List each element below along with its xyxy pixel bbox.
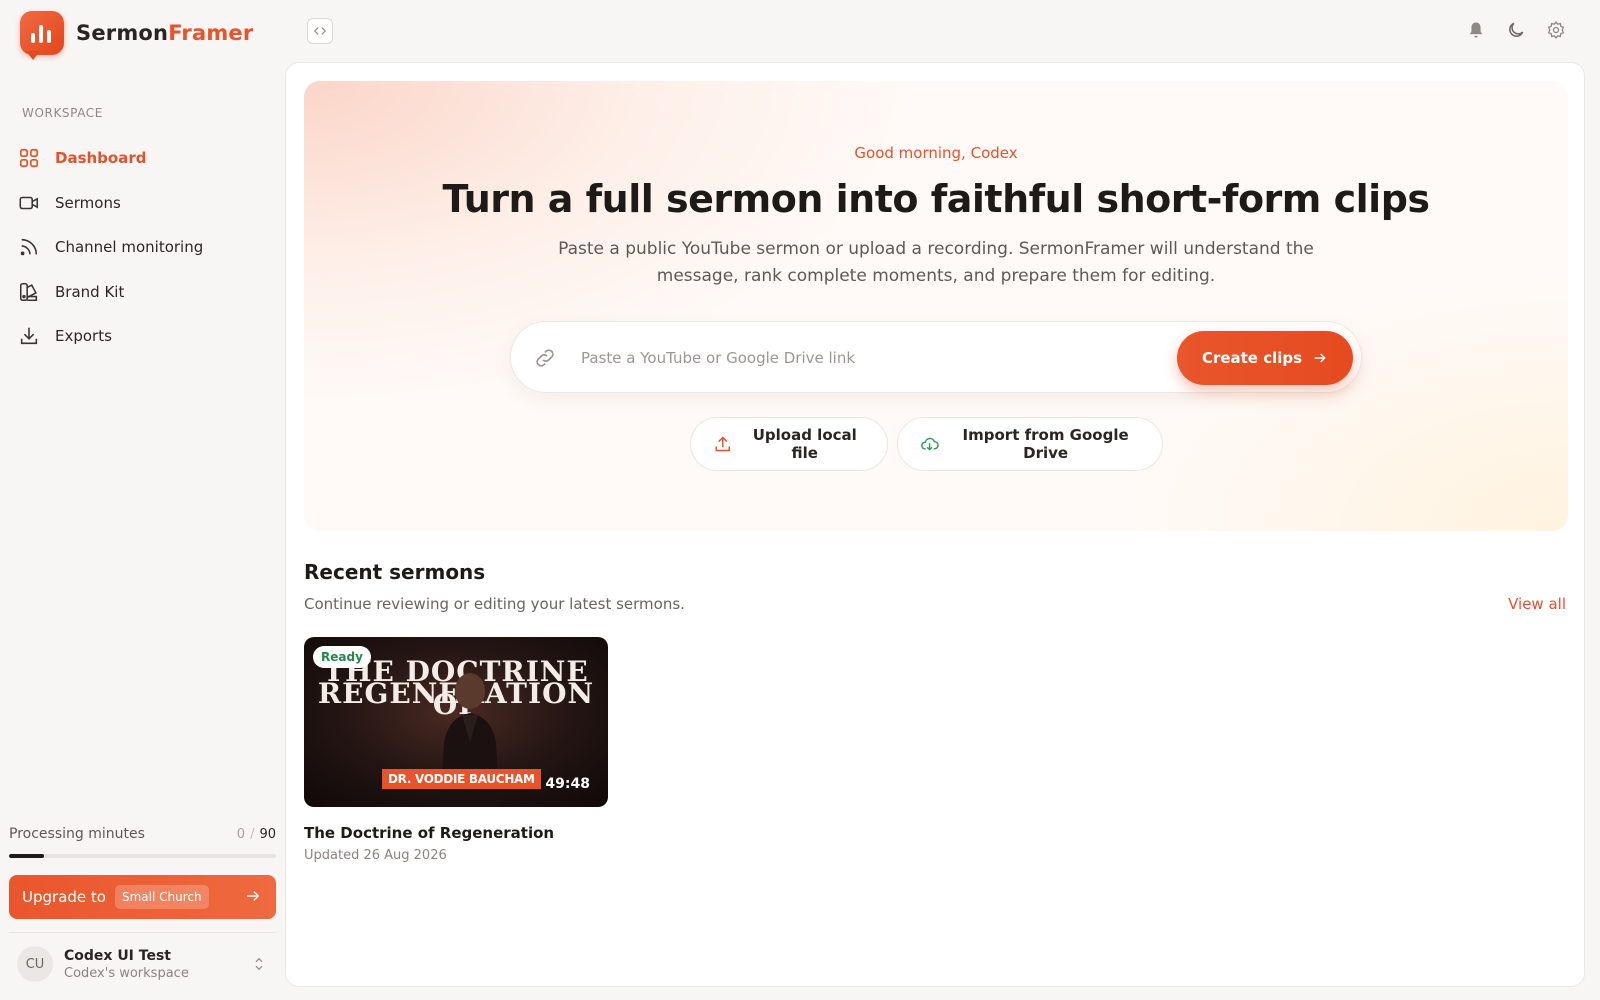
main-content: Good morning, Codex Turn a full sermon i… (285, 62, 1585, 987)
sidebar-item-label: Sermons (55, 193, 121, 212)
sermon-title: The Doctrine of Regeneration (304, 824, 555, 842)
hero-panel: Good morning, Codex Turn a full sermon i… (304, 81, 1568, 531)
sidebar-item-dashboard[interactable]: Dashboard (16, 140, 271, 176)
bell-icon (1469, 22, 1483, 38)
chevron-up-down-icon (255, 957, 263, 971)
upgrade-label: Upgrade to (22, 888, 106, 906)
sidebar-item-label: Dashboard (55, 149, 147, 167)
gear-icon (1547, 21, 1565, 39)
video-duration: 49:48 (545, 776, 590, 792)
processing-progress-bar (9, 854, 276, 858)
sermon-updated-date: Updated 26 Aug 2026 (304, 848, 447, 863)
processing-minutes-label: Processing minutes (9, 826, 145, 842)
import-google-drive-button[interactable]: Import from Google Drive (897, 417, 1163, 471)
sidebar-item-brand-kit[interactable]: Brand Kit (16, 274, 271, 310)
avatar: CU (17, 946, 53, 982)
processing-progress-fill (9, 854, 44, 858)
processing-used: 0 (236, 827, 246, 842)
app-name-part1: Sermon (76, 21, 169, 45)
settings-button[interactable] (1546, 20, 1566, 40)
user-workspace: Codex's workspace (64, 965, 189, 981)
app-name-part2: Framer (168, 21, 254, 45)
workspace-section-label: WORKSPACE (22, 106, 103, 120)
thumbnail-speaker-label: DR. VODDIE BAUCHAM (382, 769, 541, 789)
logo-icon (20, 11, 64, 60)
upload-local-file-label: Upload local file (752, 426, 857, 462)
sidebar-item-label: Brand Kit (55, 282, 125, 301)
create-clips-button[interactable]: Create clips (1177, 331, 1353, 385)
link-input[interactable] (581, 342, 1141, 374)
sidebar-item-label: Channel monitoring (55, 238, 204, 256)
sidebar-nav: Dashboard Sermons Channel monitoring Bra… (16, 140, 271, 363)
status-badge: Ready (313, 646, 371, 668)
sidebar: SermonFramer WORKSPACE Dashboard Sermons… (0, 0, 285, 1000)
download-icon (20, 327, 38, 345)
page-title: Turn a full sermon into faithful short-f… (442, 177, 1430, 221)
palette-icon (19, 282, 38, 301)
account-switcher[interactable]: CU Codex UI Test Codex's workspace (17, 946, 277, 982)
recent-sermons-subtitle: Continue reviewing or editing your lates… (304, 595, 685, 613)
arrow-right-icon (1314, 353, 1326, 363)
sermon-thumbnail: THE DOCTRINE OF REGENERATION DR. VODDIE … (304, 637, 608, 807)
sidebar-item-label: Exports (55, 327, 112, 345)
grid-icon (19, 148, 39, 168)
recent-sermons-title: Recent sermons (304, 560, 486, 584)
sidebar-item-sermons[interactable]: Sermons (16, 185, 271, 221)
user-name: Codex UI Test (64, 947, 171, 964)
app-logo[interactable]: SermonFramer (20, 11, 253, 60)
upgrade-plan-badge: Small Church (114, 885, 209, 909)
link-input-bar: Create clips (510, 321, 1362, 393)
app-name: SermonFramer (76, 21, 253, 45)
processing-total: 90 (259, 827, 276, 842)
upgrade-button[interactable]: Upgrade to Small Church (9, 875, 276, 919)
processing-minutes: Processing minutes 0 / 90 (9, 826, 276, 858)
greeting: Good morning, Codex (854, 144, 1018, 162)
code-icon (313, 27, 327, 35)
cloud-download-icon (921, 437, 939, 451)
toggle-sidebar-button[interactable] (307, 18, 333, 44)
import-google-drive-label: Import from Google Drive (962, 426, 1129, 462)
sidebar-divider (9, 932, 276, 933)
upload-local-file-button[interactable]: Upload local file (690, 417, 888, 471)
hero-description: Paste a public YouTube sermon or upload … (558, 239, 1314, 286)
processing-minutes-count: 0 / 90 (237, 827, 276, 842)
notifications-button[interactable] (1466, 20, 1486, 40)
create-clips-label: Create clips (1201, 349, 1303, 367)
link-icon (536, 349, 554, 367)
theme-toggle-button[interactable] (1506, 20, 1526, 40)
rss-icon (20, 238, 38, 256)
upload-icon (715, 436, 731, 452)
arrow-right-icon (247, 891, 260, 901)
sermon-card[interactable]: THE DOCTRINE OF REGENERATION DR. VODDIE … (304, 637, 608, 863)
sidebar-item-exports[interactable]: Exports (16, 318, 271, 354)
topbar-actions (1466, 20, 1566, 40)
video-icon (19, 196, 39, 209)
processing-separator: / (250, 827, 255, 842)
sidebar-item-channel-monitoring[interactable]: Channel monitoring (16, 229, 271, 265)
view-all-link[interactable]: View all (1508, 595, 1566, 613)
moon-icon (1509, 22, 1524, 37)
